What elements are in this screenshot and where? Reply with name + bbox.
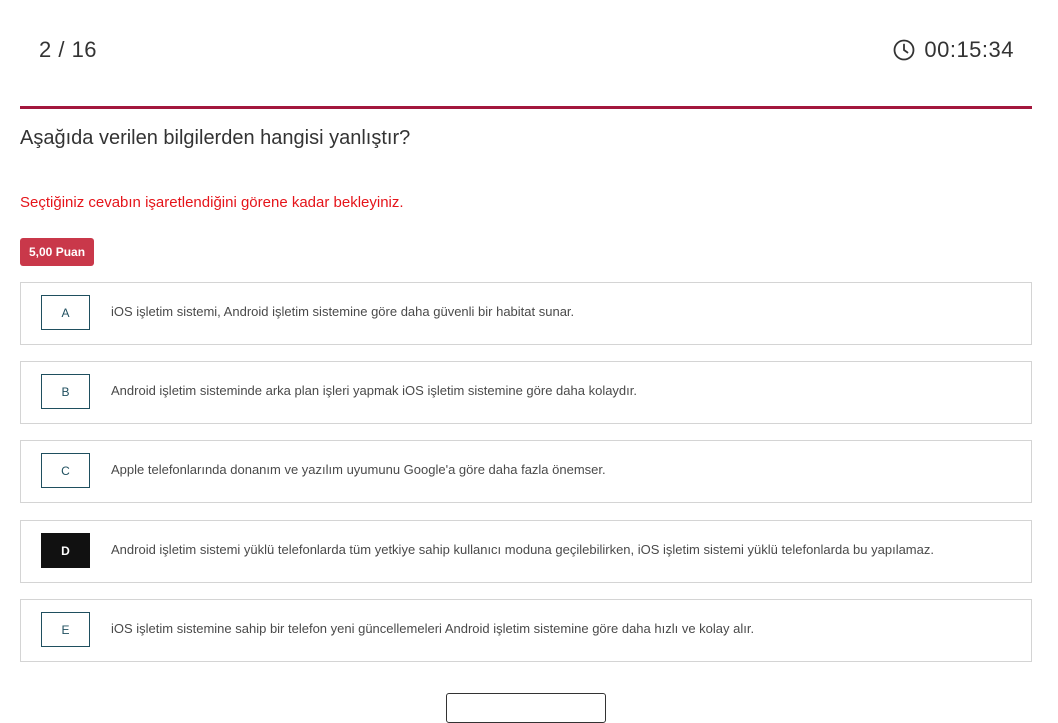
warning-message: Seçtiğiniz cevabın işaretlendiğini gören… (20, 194, 404, 211)
question-counter: 2 / 16 (39, 37, 98, 62)
option-text-d: Android işletim sistemi yüklü telefonlar… (111, 542, 934, 557)
option-c[interactable]: C Apple telefonlarında donanım ve yazılı… (20, 440, 1032, 503)
timer-value: 00:15:34 (924, 37, 1014, 62)
option-letter-b[interactable]: B (41, 374, 90, 409)
timer: 00:15:34 (893, 37, 1014, 63)
option-b[interactable]: B Android işletim sisteminde arka plan i… (20, 361, 1032, 424)
header-divider (20, 106, 1032, 109)
option-text-e: iOS işletim sistemine sahip bir telefon … (111, 621, 755, 636)
option-e[interactable]: E iOS işletim sistemine sahip bir telefo… (20, 599, 1032, 662)
option-letter-d[interactable]: D (41, 533, 90, 568)
points-badge: 5,00 Puan (20, 238, 95, 266)
clock-icon (893, 39, 915, 61)
option-text-c: Apple telefonlarında donanım ve yazılım … (111, 462, 606, 477)
option-letter-a[interactable]: A (41, 295, 90, 330)
option-text-a: iOS işletim sistemi, Android işletim sis… (111, 304, 575, 319)
option-text-b: Android işletim sisteminde arka plan işl… (111, 383, 637, 398)
option-letter-c[interactable]: C (41, 453, 90, 488)
option-d[interactable]: D Android işletim sistemi yüklü telefonl… (20, 520, 1032, 583)
quiz-header: 2 / 16 00:15:34 (20, 0, 1032, 108)
option-a[interactable]: A iOS işletim sistemi, Android işletim s… (20, 282, 1032, 345)
option-letter-e[interactable]: E (41, 612, 90, 647)
question-text: Aşağıda verilen bilgilerden hangisi yanl… (20, 127, 411, 149)
next-button[interactable] (446, 693, 606, 723)
